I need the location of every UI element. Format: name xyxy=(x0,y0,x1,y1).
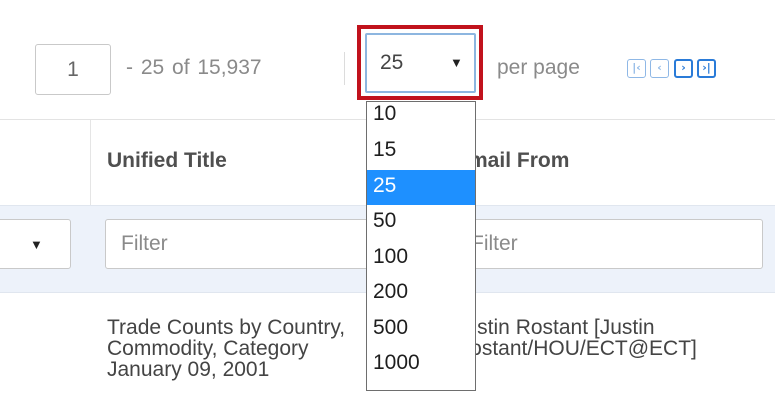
toolbar-divider xyxy=(344,52,345,85)
per-page-option[interactable]: 200 xyxy=(367,276,475,312)
grid-view: 1 - 25 of 15,937 25 ▼ per page |‹ ‹ › ›|… xyxy=(0,0,775,403)
per-page-options-list: 10 15 25 50 100 200 500 1000 xyxy=(366,101,476,391)
last-page-button[interactable]: ›| xyxy=(697,59,716,78)
highlight-annotation xyxy=(357,25,483,100)
cell-line: Trade Counts by Country, xyxy=(107,316,346,339)
per-page-option[interactable]: 10 xyxy=(367,102,475,134)
unified-title-filter-input[interactable] xyxy=(105,219,385,269)
record-range-text: - 25 of 15,937 xyxy=(126,56,262,79)
email-from-cell: Justin Rostant [Justin Rostant/HOU/ECT@E… xyxy=(455,317,775,359)
cell-line: January 09, 2001 xyxy=(107,358,270,381)
unified-title-cell: Trade Counts by Country, Commodity, Cate… xyxy=(107,317,407,380)
page-number-input[interactable]: 1 xyxy=(35,44,111,95)
per-page-option[interactable]: 15 xyxy=(367,134,475,170)
chevron-down-icon: ▼ xyxy=(30,237,43,252)
column-header-unified-title[interactable]: Unified Title xyxy=(107,141,227,181)
first-page-button[interactable]: |‹ xyxy=(627,59,646,78)
per-page-label: per page xyxy=(497,56,580,79)
cell-line: Rostant/HOU/ECT@ECT] xyxy=(455,337,697,360)
filter-dropdown[interactable]: ▼ xyxy=(0,219,71,269)
per-page-option[interactable]: 100 xyxy=(367,241,475,277)
per-page-option[interactable]: 1000 xyxy=(367,347,475,383)
column-separator xyxy=(90,120,91,205)
per-page-option-selected[interactable]: 25 xyxy=(367,169,475,205)
cell-line: Commodity, Category xyxy=(107,337,309,360)
email-from-filter-input[interactable] xyxy=(455,219,763,269)
previous-page-button[interactable]: ‹ xyxy=(650,59,669,78)
per-page-option[interactable]: 500 xyxy=(367,312,475,348)
per-page-option[interactable]: 50 xyxy=(367,205,475,241)
next-page-button[interactable]: › xyxy=(674,59,693,78)
cell-line: Justin Rostant [Justin xyxy=(455,316,655,339)
